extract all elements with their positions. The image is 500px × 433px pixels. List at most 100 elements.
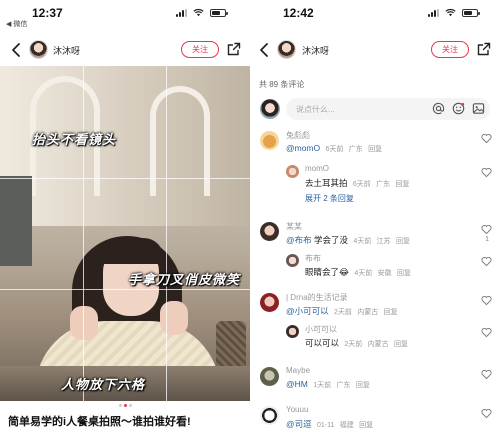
comment-time: 1天前: [313, 382, 332, 389]
back-arrow-icon[interactable]: [10, 42, 24, 58]
heart-icon[interactable]: [481, 295, 492, 306]
commenter-avatar[interactable]: [260, 131, 279, 150]
back-arrow-icon[interactable]: [258, 42, 272, 58]
commenter-name[interactable]: | Drna的生活记录: [286, 292, 348, 303]
reply-button[interactable]: 回复: [396, 181, 410, 188]
comment-location: 广东: [336, 382, 351, 389]
photo-hand-right: [160, 301, 188, 335]
share-icon[interactable]: [227, 42, 241, 56]
comment-mention[interactable]: @司逗: [286, 419, 312, 429]
follow-button[interactable]: 关注: [181, 41, 219, 58]
comment-text: 可以可以 2天前 内蒙古 回复: [305, 337, 408, 349]
expand-replies-link[interactable]: 展开 2 条回复: [305, 193, 354, 204]
reply-button[interactable]: 回复: [394, 341, 408, 348]
heart-icon[interactable]: [481, 327, 492, 338]
comment-time: 2天前: [344, 341, 363, 348]
comment-text: @司逗 01-11 福建 回复: [286, 418, 373, 430]
comment-time: 2天前: [334, 309, 352, 316]
wifi-icon: [445, 8, 456, 17]
author-avatar[interactable]: [277, 40, 296, 59]
commenter-name[interactable]: momO: [305, 164, 329, 173]
comment-input[interactable]: 说点什么...: [286, 98, 490, 120]
heart-icon[interactable]: [481, 256, 492, 267]
comment-mention[interactable]: @布布: [286, 235, 312, 245]
post-header: 沐沐呀 关注: [0, 38, 250, 64]
comment-text: 去土耳其拍 6天前 广东 回复: [305, 177, 410, 189]
comment-body: 学会了没: [311, 235, 349, 245]
comment-time: 6天前: [352, 181, 371, 188]
commenter-name[interactable]: Youuu: [286, 405, 308, 414]
battery-icon: [462, 9, 480, 17]
commenter-avatar[interactable]: [260, 222, 279, 241]
comment-time: 4天前: [354, 270, 373, 277]
comment-body: 眼睛会了😂: [305, 267, 349, 277]
commenter-name[interactable]: 小可可以: [305, 324, 337, 335]
comment-location: 安徽: [377, 270, 392, 277]
comment-text: @momO 6天前 广东 回复: [286, 143, 382, 154]
status-bar: 12:42: [252, 0, 500, 28]
grid-line: [0, 289, 250, 290]
post-detail-screen: 12:37 ◀ 微信 沐沐呀 关注 抬头不看镜头 手拿刀叉俏皮微笑 人物放下六格…: [0, 0, 250, 433]
comment-location: 江苏: [376, 238, 391, 245]
commenter-avatar[interactable]: [260, 367, 279, 386]
commenter-name[interactable]: 布布: [305, 253, 321, 264]
heart-icon[interactable]: [481, 224, 492, 235]
carousel-indicator: [0, 404, 250, 410]
commenter-name[interactable]: Maybe: [286, 366, 310, 375]
status-bar: 12:37 ◀ 微信: [0, 0, 250, 28]
commenter-avatar[interactable]: [286, 165, 299, 178]
comment-text: @小可可以 2天前 内蒙古 回复: [286, 305, 398, 317]
image-icon[interactable]: [472, 102, 485, 115]
reply-button[interactable]: 回复: [397, 270, 411, 277]
comment-body: 可以可以: [305, 338, 340, 348]
comment-location: 广东: [376, 181, 391, 188]
reply-button[interactable]: 回复: [359, 422, 373, 429]
back-to-app-link[interactable]: ◀ 微信: [6, 19, 27, 29]
comment-location: 福建: [339, 422, 354, 429]
post-photo[interactable]: 抬头不看镜头 手拿刀叉俏皮微笑 人物放下六格: [0, 66, 250, 401]
reply-button[interactable]: 回复: [384, 309, 398, 316]
grid-line: [166, 66, 167, 401]
carousel-dot-active: [123, 404, 127, 407]
heart-icon[interactable]: [481, 369, 492, 380]
comment-mention[interactable]: @momO: [286, 143, 320, 153]
follow-button[interactable]: 关注: [431, 41, 469, 58]
commenter-avatar[interactable]: [260, 293, 279, 312]
heart-icon[interactable]: [481, 167, 492, 178]
comment-text: 眼睛会了😂 4天前 安徽 回复: [305, 266, 411, 278]
comment-text: @HM 1天前 广东 回复: [286, 379, 370, 390]
carousel-dot: [118, 404, 122, 407]
photo-caption-2: 手拿刀叉俏皮微笑: [128, 272, 241, 287]
reply-button[interactable]: 回复: [396, 238, 410, 245]
at-icon[interactable]: [432, 102, 445, 115]
heart-icon[interactable]: [481, 408, 492, 419]
post-header: 沐沐呀 关注: [252, 38, 500, 64]
photo-hand-left: [70, 306, 98, 340]
author-name[interactable]: 沐沐呀: [53, 44, 80, 57]
comment-text: @布布 学会了没 4天前 江苏 回复: [286, 234, 410, 246]
signal-icon: [176, 9, 189, 17]
commenter-avatar[interactable]: [286, 325, 299, 338]
comment-time: 4天前: [353, 238, 372, 245]
comment-mention[interactable]: @HM: [286, 379, 308, 389]
post-title: 简单易学的i人餐桌拍照～谁拍谁好看!: [8, 416, 191, 428]
commenter-name[interactable]: 某某: [286, 221, 302, 232]
comments-screen: 12:42 沐沐呀 关注 共 89 条评论 说点什么... 兔彪彪 @momO …: [252, 0, 500, 433]
photo-window: [0, 176, 32, 266]
photo-caption-3: 人物放下六格: [61, 377, 146, 392]
commenter-avatar[interactable]: [260, 406, 279, 425]
reply-button[interactable]: 回复: [368, 146, 382, 153]
emoji-icon[interactable]: [452, 102, 465, 115]
share-icon[interactable]: [477, 42, 491, 56]
comment-mention[interactable]: @小可可以: [286, 306, 329, 316]
commenter-avatar[interactable]: [286, 254, 299, 267]
photo-arch: [150, 86, 210, 196]
heart-icon[interactable]: [481, 133, 492, 144]
comment-location: 内蒙古: [367, 341, 389, 348]
commenter-name[interactable]: 兔彪彪: [286, 130, 310, 141]
reply-button[interactable]: 回复: [356, 382, 370, 389]
author-avatar[interactable]: [29, 40, 48, 59]
author-name[interactable]: 沐沐呀: [302, 44, 329, 57]
comment-body: 去土耳其拍: [305, 178, 348, 188]
carousel-dot: [128, 404, 132, 407]
